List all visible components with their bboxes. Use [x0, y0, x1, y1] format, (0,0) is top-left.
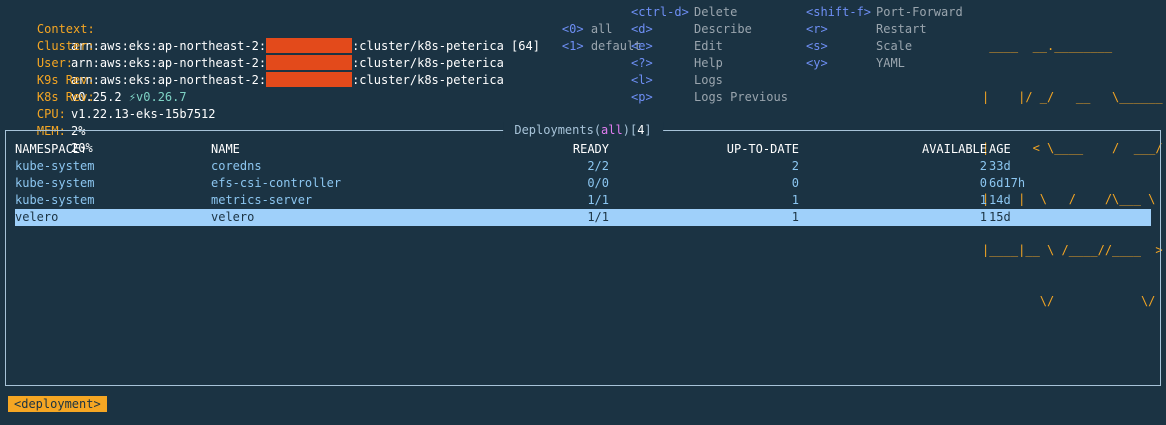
shortcut-key: <?> [631, 56, 653, 70]
shortcut-label: Restart [876, 22, 927, 36]
shortcut-key: <p> [631, 90, 653, 104]
k9s-update-badge: ⚡v0.26.7 [128, 90, 187, 104]
shortcut-key: <y> [806, 56, 828, 70]
shortcut-label: Logs Previous [694, 90, 788, 104]
cell-name: coredns [211, 159, 262, 173]
cell-name: metrics-server [211, 193, 313, 207]
cell-ready: 1/1 [587, 210, 609, 224]
shortcut-yaml[interactable]: <y> YAML [806, 55, 905, 72]
shortcut-label: YAML [876, 56, 905, 70]
cell-namespace: kube-system [15, 159, 95, 173]
cluster-suffix: :cluster/k8s-peterica [352, 56, 504, 70]
cell-name: efs-csi-controller [211, 176, 342, 190]
panel-title: Deployments(all)[4] [503, 122, 663, 139]
cell-ready: 1/1 [587, 193, 609, 207]
deployments-panel: Deployments(all)[4] NAMESPACE↑ NAME READ… [5, 122, 1161, 386]
shortcut-key: <r> [806, 22, 828, 36]
cell-age: 33d [989, 159, 1011, 173]
cell-available: 1 [979, 210, 987, 224]
redacted-block [266, 72, 353, 87]
context-value: arn:aws:eks:ap-northeast-2: :cluster/k8s-… [71, 38, 540, 55]
cell-available: 1 [979, 193, 987, 207]
panel-title-prefix: Deployments( [507, 123, 602, 137]
cell-available: 2 [979, 159, 987, 173]
cell-namespace: kube-system [15, 193, 95, 207]
user-prefix: arn:aws:eks:ap-northeast-2: [71, 73, 267, 87]
cell-up-to-date: 1 [791, 210, 799, 224]
user-suffix: :cluster/k8s-peterica [352, 73, 504, 87]
table-row[interactable]: kube-system coredns 2/2 2 2 33d [15, 158, 1151, 175]
shortcut-key: <d> [631, 22, 653, 36]
column-header-up-to-date[interactable]: UP-TO-DATE [695, 141, 799, 158]
user-value: arn:aws:eks:ap-northeast-2: :cluster/k8s-… [71, 72, 504, 89]
column-header-namespace[interactable]: NAMESPACE↑ [15, 141, 87, 158]
column-header-available[interactable]: AVAILABLE [895, 141, 987, 158]
cell-age: 6d17h [989, 176, 1026, 190]
context-prefix: arn:aws:eks:ap-northeast-2: [71, 39, 267, 53]
table-header: NAMESPACE↑ NAME READY UP-TO-DATE AVAILAB… [15, 141, 1151, 158]
shortcut-label: Delete [694, 5, 738, 19]
namespace-shortcut-default[interactable]: <1> default [533, 21, 642, 72]
shortcut-label: Edit [694, 39, 723, 53]
cell-up-to-date: 2 [791, 159, 799, 173]
cell-up-to-date: 0 [791, 176, 799, 190]
shortcut-label: Scale [876, 39, 913, 53]
shortcut-label: Logs [694, 73, 723, 87]
cluster-value: arn:aws:eks:ap-northeast-2: :cluster/k8s-… [71, 55, 504, 72]
shortcut-label: Describe [694, 22, 752, 36]
cell-ready: 2/2 [587, 159, 609, 173]
shortcut-describe[interactable]: <d> Describe [631, 21, 752, 38]
panel-title-namespace: all [601, 123, 623, 137]
shortcut-logs-previous[interactable]: <p> Logs Previous [631, 89, 788, 106]
shortcut-key: <l> [631, 73, 653, 87]
redacted-block [266, 38, 353, 53]
panel-title-mid: )[ [622, 123, 638, 137]
shortcut-scale[interactable]: <s> Scale [806, 38, 912, 55]
cell-available: 0 [979, 176, 987, 190]
cluster-prefix: arn:aws:eks:ap-northeast-2: [71, 56, 267, 70]
shortcut-edit[interactable]: <e> Edit [631, 38, 723, 55]
shortcut-port-forward[interactable]: <shift-f> Port-Forward [806, 4, 963, 21]
logo-line: ____ __.________ [982, 39, 1113, 53]
shortcut-logs[interactable]: <l> Logs [631, 72, 723, 89]
shortcut-key: <shift-f> [806, 5, 872, 19]
panel-title-suffix: ] [644, 123, 659, 137]
cell-age: 14d [989, 193, 1011, 207]
cell-up-to-date: 1 [791, 193, 799, 207]
shortcut-delete[interactable]: <ctrl-d> Delete [631, 4, 737, 21]
table-row[interactable]: kube-system metrics-server 1/1 1 1 14d [15, 192, 1151, 209]
shortcut-restart[interactable]: <r> Restart [806, 21, 927, 38]
cell-namespace: velero [15, 210, 59, 224]
column-header-age[interactable]: AGE [989, 141, 1011, 158]
shortcut-key: <e> [631, 39, 653, 53]
context-suffix: :cluster/k8s-peterica [352, 39, 504, 53]
table-row-selected[interactable]: velero velero 1/1 1 1 15d [15, 209, 1151, 226]
column-header-ready[interactable]: READY [525, 141, 609, 158]
cell-age: 15d [989, 210, 1011, 224]
k8s-rev-value: v1.22.13-eks-15b7512 [71, 107, 216, 121]
cell-namespace: kube-system [15, 176, 95, 190]
cell-name: velero [211, 210, 255, 224]
cell-ready: 0/0 [587, 176, 609, 190]
shortcut-key: <s> [806, 39, 828, 53]
shortcut-label: Help [694, 56, 723, 70]
shortcut-key: <1> [561, 39, 584, 53]
column-header-name[interactable]: NAME [211, 141, 240, 158]
breadcrumb-deployment[interactable]: <deployment> [8, 396, 107, 412]
table-row[interactable]: kube-system efs-csi-controller 0/0 0 0 6… [15, 175, 1151, 192]
shortcut-key: <ctrl-d> [631, 5, 689, 19]
shortcut-label: Port-Forward [876, 5, 963, 19]
logo-line: | |/ _/ __ \______ [982, 90, 1163, 104]
redacted-block [266, 55, 353, 70]
shortcut-help[interactable]: <?> Help [631, 55, 723, 72]
